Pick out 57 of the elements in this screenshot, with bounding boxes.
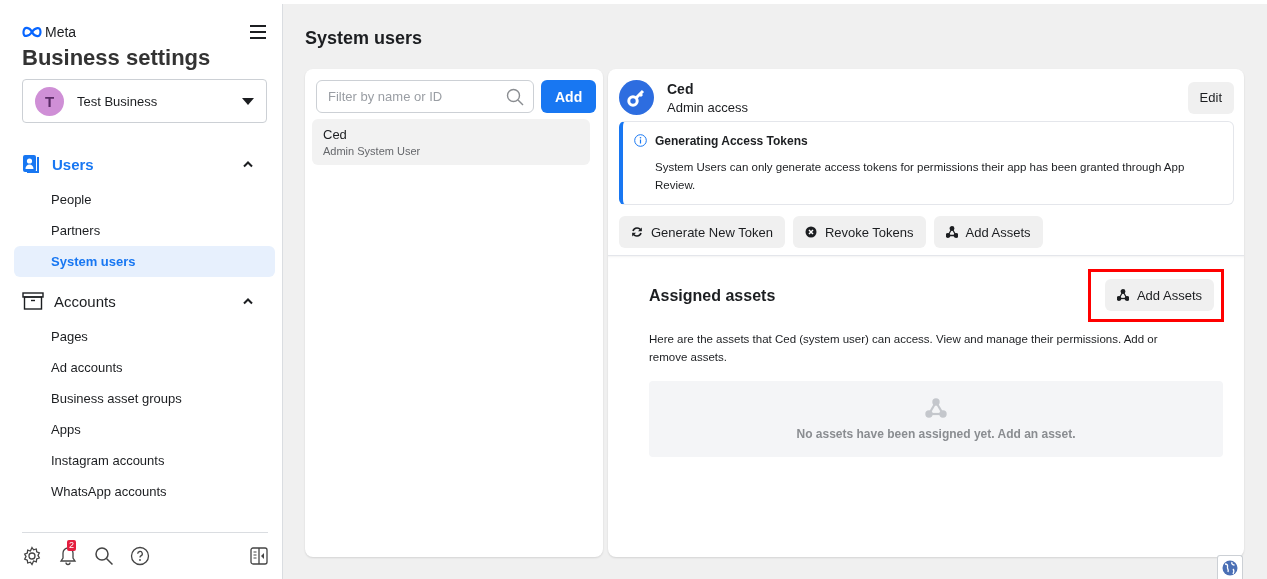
globe-icon <box>1222 559 1238 576</box>
action-button[interactable]: Add Assets <box>933 216 1043 248</box>
user-name: Ced <box>667 80 695 97</box>
notice-title: Generating Access Tokens <box>655 134 809 148</box>
business-selector[interactable]: T Test Business <box>22 79 267 123</box>
sidebar-item[interactable]: Ad accounts <box>14 352 275 383</box>
sidebar-item[interactable]: Partners <box>14 215 275 246</box>
user-name: Ced <box>323 127 348 142</box>
caret-down-icon <box>242 97 254 105</box>
sidebar-item[interactable]: Apps <box>14 414 275 445</box>
network-icon <box>925 397 947 418</box>
sidebar-item[interactable]: Business asset groups <box>14 383 275 414</box>
help-icon[interactable] <box>130 546 150 566</box>
notice-text: System Users can only generate access tokens for permissions their app has been granted through App Review. <box>655 160 1186 193</box>
settings-icon[interactable] <box>22 546 42 566</box>
sidebar-item[interactable]: Pages <box>14 321 275 352</box>
description-text: Here are the assets that Ced (system user) can access. View and manage their permissions. Add or remove assets. <box>649 332 1159 365</box>
x-circle-icon <box>804 226 817 238</box>
id-badge-icon <box>22 154 42 174</box>
brand-name: Meta <box>45 24 77 40</box>
bell-icon <box>58 546 78 566</box>
business-avatar: T <box>35 86 64 116</box>
notification-badge: 2 <box>67 540 76 551</box>
menu-icon <box>249 24 267 40</box>
sidebar-item[interactable]: WhatsApp accounts <box>14 476 275 507</box>
chevron-up-icon[interactable] <box>242 160 254 168</box>
action-button[interactable]: Revoke Tokens <box>792 216 926 248</box>
edit-button[interactable]: Edit <box>1187 81 1234 114</box>
sidebar-item[interactable]: Instagram accounts <box>14 445 275 476</box>
search-field[interactable]: Filter by name or ID <box>316 80 534 113</box>
network-icon <box>945 226 958 238</box>
action-button[interactable]: Generate New Token <box>619 216 785 248</box>
sidebar-item[interactable]: People <box>14 184 275 215</box>
language-button[interactable] <box>1217 555 1243 579</box>
business-name: Test Business <box>77 93 159 109</box>
section-header[interactable]: Users <box>52 155 232 173</box>
search-icon <box>506 87 524 106</box>
add-button[interactable]: Add <box>541 80 597 113</box>
page-title: System users <box>305 28 424 49</box>
sidebar-item[interactable]: System users <box>14 246 275 277</box>
chevron-up-icon[interactable] <box>242 297 254 305</box>
info-icon <box>634 134 647 147</box>
user-role: Admin System User <box>323 145 422 157</box>
section-header[interactable]: Accounts <box>54 292 232 310</box>
section-title: Assigned assets <box>649 286 776 305</box>
access-level: Admin access <box>667 99 749 115</box>
key-icon <box>619 80 654 115</box>
network-icon <box>1116 289 1129 301</box>
add-assets-button[interactable]: Add Assets <box>1104 279 1214 311</box>
infinity-logo-icon <box>22 26 42 38</box>
user-list-item[interactable]: Ced Admin System User <box>312 119 590 165</box>
collapse-panel-icon[interactable] <box>250 547 268 565</box>
sidebar-title: Business settings <box>22 45 212 71</box>
archive-box-icon <box>22 291 44 311</box>
search-icon[interactable] <box>94 546 114 566</box>
empty-state-text: No assets have been assigned yet. Add an asset. <box>796 426 1076 441</box>
refresh-icon <box>631 226 643 238</box>
